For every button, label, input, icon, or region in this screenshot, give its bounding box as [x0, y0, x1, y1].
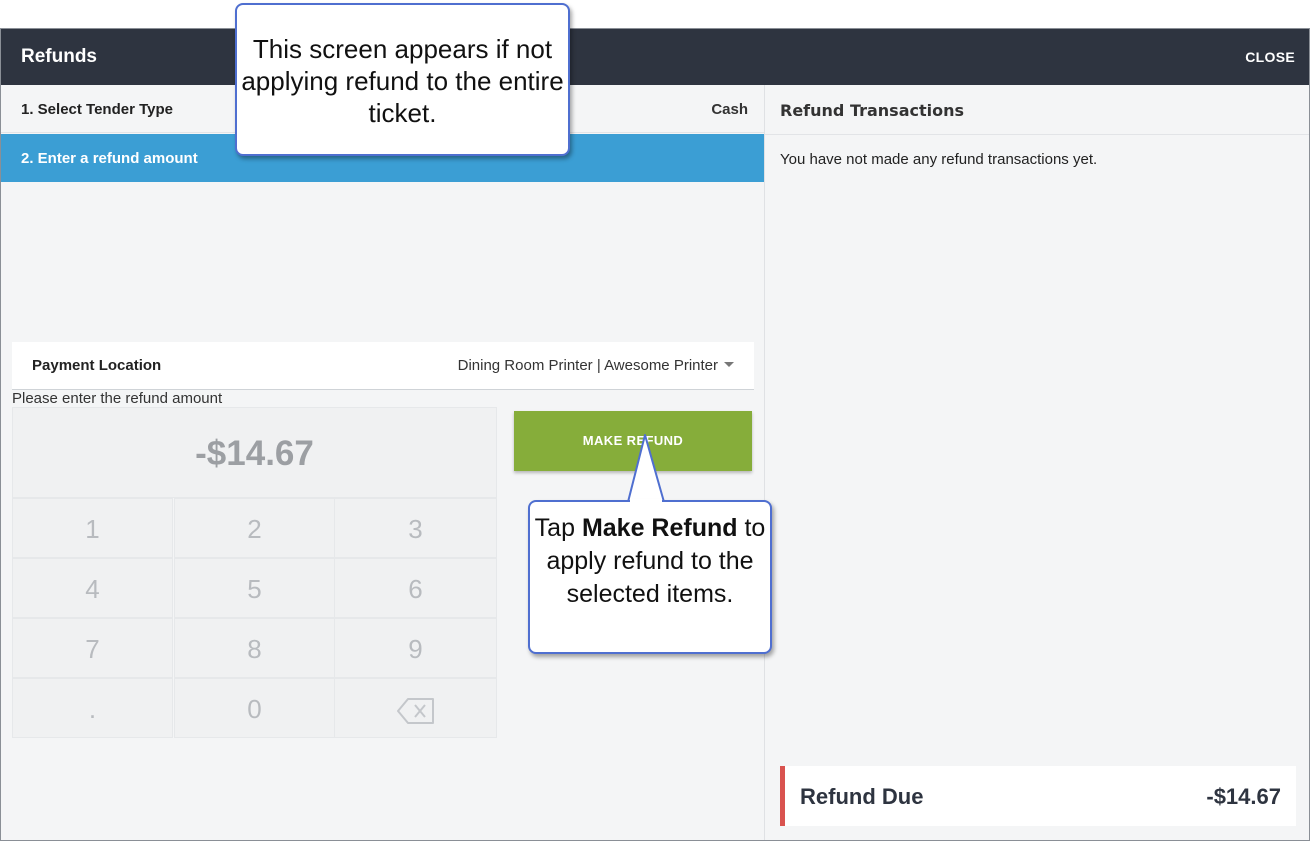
key-4[interactable]: 4	[12, 558, 173, 618]
key-2[interactable]: 2	[174, 498, 335, 558]
key-8[interactable]: 8	[174, 618, 335, 678]
annotation-callout-bottom: Tap Make Refund to apply refund to the s…	[528, 500, 772, 654]
callout-text: Tap	[534, 514, 582, 542]
refund-due-summary: Refund Due -$14.67	[780, 766, 1296, 826]
transactions-title: Refund Transactions	[780, 101, 965, 120]
key-9[interactable]: 9	[334, 618, 497, 678]
amount-display: -$14.67	[12, 407, 497, 498]
payment-location-row: Payment Location Dining Room Printer | A…	[12, 342, 754, 390]
refund-due-value: -$14.67	[1206, 784, 1281, 809]
payment-location-dropdown[interactable]: Dining Room Printer | Awesome Printer	[458, 357, 734, 374]
make-refund-button[interactable]: MAKE REFUND	[514, 411, 752, 471]
numeric-keypad: -$14.67 1 2 3 4 5 6 7 8 9 . 0	[12, 407, 497, 739]
payment-location-value: Dining Room Printer | Awesome Printer	[457, 357, 718, 374]
key-0[interactable]: 0	[174, 678, 335, 738]
refund-entry-pane: 1. Select Tender Type Cash 2. Enter a re…	[1, 85, 764, 840]
step-label: 2. Enter a refund amount	[21, 150, 198, 167]
key-backspace[interactable]	[334, 678, 497, 738]
title-bar: Refunds CLOSE	[1, 29, 1309, 85]
key-1[interactable]: 1	[12, 498, 173, 558]
key-5[interactable]: 5	[174, 558, 335, 618]
refund-transactions-pane: Refund Transactions You have not made an…	[764, 85, 1309, 840]
key-6[interactable]: 6	[334, 558, 497, 618]
refund-amount-prompt: Please enter the refund amount	[12, 390, 223, 407]
dialog-title: Refunds	[21, 46, 97, 67]
payment-location-label: Payment Location	[32, 357, 162, 374]
backspace-icon	[396, 698, 434, 725]
close-button[interactable]: CLOSE	[1245, 49, 1295, 65]
no-transactions-message: You have not made any refund transaction…	[780, 151, 1098, 168]
callout-bold-text: Make Refund	[581, 514, 738, 542]
step-label: 1. Select Tender Type	[21, 101, 173, 118]
key-7[interactable]: 7	[12, 618, 173, 678]
refund-due-label: Refund Due	[800, 784, 924, 809]
transactions-header: Refund Transactions	[765, 85, 1309, 135]
caret-down-icon	[724, 362, 734, 367]
tender-type-value: Cash	[711, 101, 748, 118]
key-3[interactable]: 3	[334, 498, 497, 558]
key-decimal[interactable]: .	[12, 678, 173, 738]
refunds-dialog: Refunds CLOSE 1. Select Tender Type Cash…	[0, 28, 1310, 841]
annotation-callout-top: This screen appears if not applying refu…	[235, 3, 570, 156]
